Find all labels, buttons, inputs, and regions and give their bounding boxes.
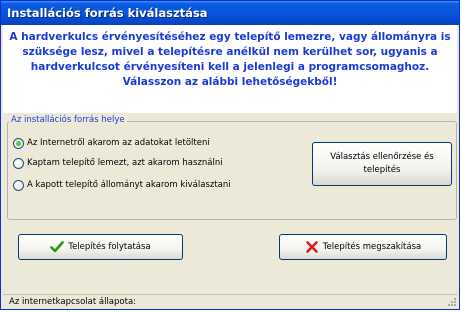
radio-option-disk[interactable]: Kaptam telepítő lemezt, azt akarom haszn… [13,156,223,170]
continue-install-label: Telepítés folytatása [68,242,151,252]
radio-label: Az Internetről akarom az adatokat letölt… [27,138,210,148]
check-icon [50,241,65,253]
status-bar: Az internetkapcsolat állapota: [3,294,457,308]
radio-option-file[interactable]: A kapott telepítő állományt akarom kivál… [13,178,231,192]
cancel-install-button[interactable]: Telepítés megszakítása [279,234,447,260]
cancel-install-label: Telepítés megszakítása [322,242,422,252]
installation-source-dialog: Installációs forrás kiválasztása A hardv… [0,0,460,310]
radio-label: A kapott telepítő állományt akarom kivál… [27,180,231,190]
resize-grip-icon[interactable] [447,297,457,307]
source-group-title: Az installációs forrás helye [9,114,127,126]
check-and-install-button[interactable]: Választás ellenőrzése és telepítés [312,142,452,186]
x-icon [305,241,318,253]
continue-install-button[interactable]: Telepítés folytatása [18,234,183,260]
window-title: Installációs forrás kiválasztása [1,1,459,25]
radio-unselected-icon[interactable] [13,157,24,169]
radio-option-internet[interactable]: Az Internetről akarom az adatokat letölt… [13,136,210,150]
radio-label: Kaptam telepítő lemezt, azt akarom haszn… [27,158,223,168]
radio-selected-icon[interactable] [13,137,24,149]
info-message: A hardverkulcs érvényesítéséhez egy tele… [3,25,457,113]
connection-status-text: Az internetkapcsolat állapota: [9,297,137,307]
radio-unselected-icon[interactable] [13,179,24,191]
